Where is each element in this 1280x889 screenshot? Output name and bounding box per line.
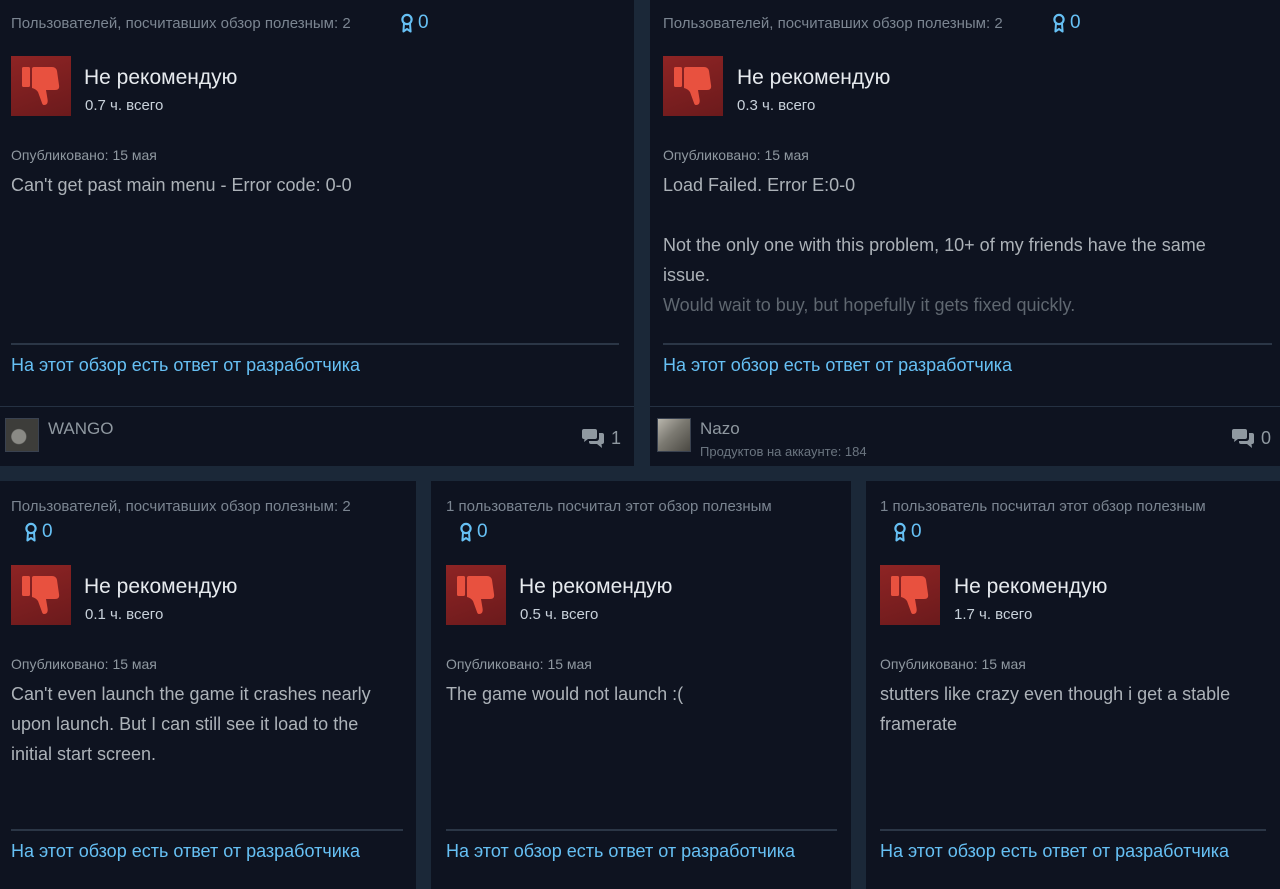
review-paragraph: Not the only one with this problem, 10+ … xyxy=(663,235,1206,285)
review-text: Load Failed. Error E:0-0 Not the only on… xyxy=(663,170,1259,320)
products-count: Продуктов на аккаунте: 184 xyxy=(700,444,867,459)
posted-date: Опубликовано: 15 мая xyxy=(446,656,592,672)
award-ribbon-icon xyxy=(894,522,906,542)
thumbs-down-icon xyxy=(22,576,60,614)
review-paragraph: Load Failed. Error E:0-0 xyxy=(663,175,856,195)
award-button[interactable]: 0 xyxy=(400,12,429,34)
review-text: Can't even launch the game it crashes ne… xyxy=(11,679,371,769)
developer-response-link[interactable]: На этот обзор есть ответ от разработчика xyxy=(663,355,1012,376)
review-paragraph-faded: Would wait to buy, but hopefully it gets… xyxy=(663,295,1076,315)
thumbs-down-icon xyxy=(891,576,929,614)
thumbs-down-badge[interactable] xyxy=(446,565,506,625)
developer-response-link[interactable]: На этот обзор есть ответ от разработчика xyxy=(11,355,360,376)
developer-response-link[interactable]: На этот обзор есть ответ от разработчика xyxy=(11,841,360,862)
divider xyxy=(663,343,1272,345)
award-count: 0 xyxy=(477,521,488,542)
verdict-title: Не рекомендую xyxy=(954,575,1108,598)
award-ribbon-icon xyxy=(1053,13,1065,33)
comments-button[interactable]: 0 xyxy=(1231,428,1271,449)
reviews-page: Пользователей, посчитавших обзор полезны… xyxy=(0,0,1280,889)
comment-count: 1 xyxy=(611,428,622,448)
award-button[interactable]: 0 xyxy=(1052,12,1081,34)
footer-separator xyxy=(650,406,1280,407)
hours-played: 0.1 ч. всего xyxy=(85,606,164,623)
review-paragraph: Can't get past main menu - Error code: 0… xyxy=(11,175,352,195)
review-paragraph: Can't even launch the game it crashes ne… xyxy=(11,684,371,764)
review-card: Пользователей, посчитавших обзор полезны… xyxy=(0,481,416,889)
thumbs-down-icon xyxy=(22,67,60,105)
award-button[interactable]: 0 xyxy=(893,521,922,543)
review-card: Пользователей, посчитавших обзор полезны… xyxy=(650,0,1280,466)
divider xyxy=(11,343,619,345)
award-button[interactable]: 0 xyxy=(24,521,53,543)
review-card: Пользователей, посчитавших обзор полезны… xyxy=(0,0,634,466)
author-name[interactable]: Nazo xyxy=(700,419,740,439)
posted-date: Опубликовано: 15 мая xyxy=(880,656,1026,672)
award-ribbon-icon xyxy=(25,522,37,542)
helpful-count-text: Пользователей, посчитавших обзор полезны… xyxy=(663,15,1003,32)
comment-count: 0 xyxy=(1261,428,1272,448)
verdict-title: Не рекомендую xyxy=(84,575,238,598)
avatar[interactable] xyxy=(5,418,39,452)
award-count: 0 xyxy=(1070,12,1081,33)
review-paragraph: stutters like crazy even though i get a … xyxy=(880,684,1231,734)
divider xyxy=(880,829,1266,831)
helpful-count-text: Пользователей, посчитавших обзор полезны… xyxy=(11,498,351,515)
thumbs-down-badge[interactable] xyxy=(11,565,71,625)
author-name[interactable]: WANGO xyxy=(48,419,113,439)
hours-played: 0.3 ч. всего xyxy=(737,97,816,114)
thumbs-down-icon xyxy=(457,576,495,614)
award-count: 0 xyxy=(911,521,922,542)
award-button[interactable]: 0 xyxy=(459,521,488,543)
divider xyxy=(446,829,837,831)
review-text: Can't get past main menu - Error code: 0… xyxy=(11,170,611,200)
review-text: The game would not launch :( xyxy=(446,679,836,709)
comment-bubble-icon xyxy=(1232,428,1254,448)
review-card: 1 пользователь посчитал этот обзор полез… xyxy=(431,481,851,889)
comment-bubble-icon xyxy=(582,428,604,448)
posted-date: Опубликовано: 15 мая xyxy=(11,656,157,672)
hours-played: 1.7 ч. всего xyxy=(954,606,1033,623)
posted-date: Опубликовано: 15 мая xyxy=(663,147,809,163)
thumbs-down-badge[interactable] xyxy=(11,56,71,116)
verdict-title: Не рекомендую xyxy=(737,66,891,89)
thumbs-down-badge[interactable] xyxy=(663,56,723,116)
award-ribbon-icon xyxy=(401,13,413,33)
award-count: 0 xyxy=(418,12,429,33)
comments-button[interactable]: 1 xyxy=(581,428,621,449)
thumbs-down-badge[interactable] xyxy=(880,565,940,625)
review-text: stutters like crazy even though i get a … xyxy=(880,679,1240,739)
award-count: 0 xyxy=(42,521,53,542)
review-paragraph: The game would not launch :( xyxy=(446,684,684,704)
posted-date: Опубликовано: 15 мая xyxy=(11,147,157,163)
divider xyxy=(11,829,403,831)
avatar[interactable] xyxy=(657,418,691,452)
hours-played: 0.5 ч. всего xyxy=(520,606,599,623)
helpful-count-text: 1 пользователь посчитал этот обзор полез… xyxy=(446,498,772,515)
hours-played: 0.7 ч. всего xyxy=(85,97,164,114)
verdict-title: Не рекомендую xyxy=(84,66,238,89)
developer-response-link[interactable]: На этот обзор есть ответ от разработчика xyxy=(446,841,795,862)
developer-response-link[interactable]: На этот обзор есть ответ от разработчика xyxy=(880,841,1229,862)
award-ribbon-icon xyxy=(460,522,472,542)
verdict-title: Не рекомендую xyxy=(519,575,673,598)
helpful-count-text: 1 пользователь посчитал этот обзор полез… xyxy=(880,498,1206,515)
review-card: 1 пользователь посчитал этот обзор полез… xyxy=(866,481,1280,889)
thumbs-down-icon xyxy=(674,67,712,105)
footer-separator xyxy=(0,406,634,407)
helpful-count-text: Пользователей, посчитавших обзор полезны… xyxy=(11,15,351,32)
